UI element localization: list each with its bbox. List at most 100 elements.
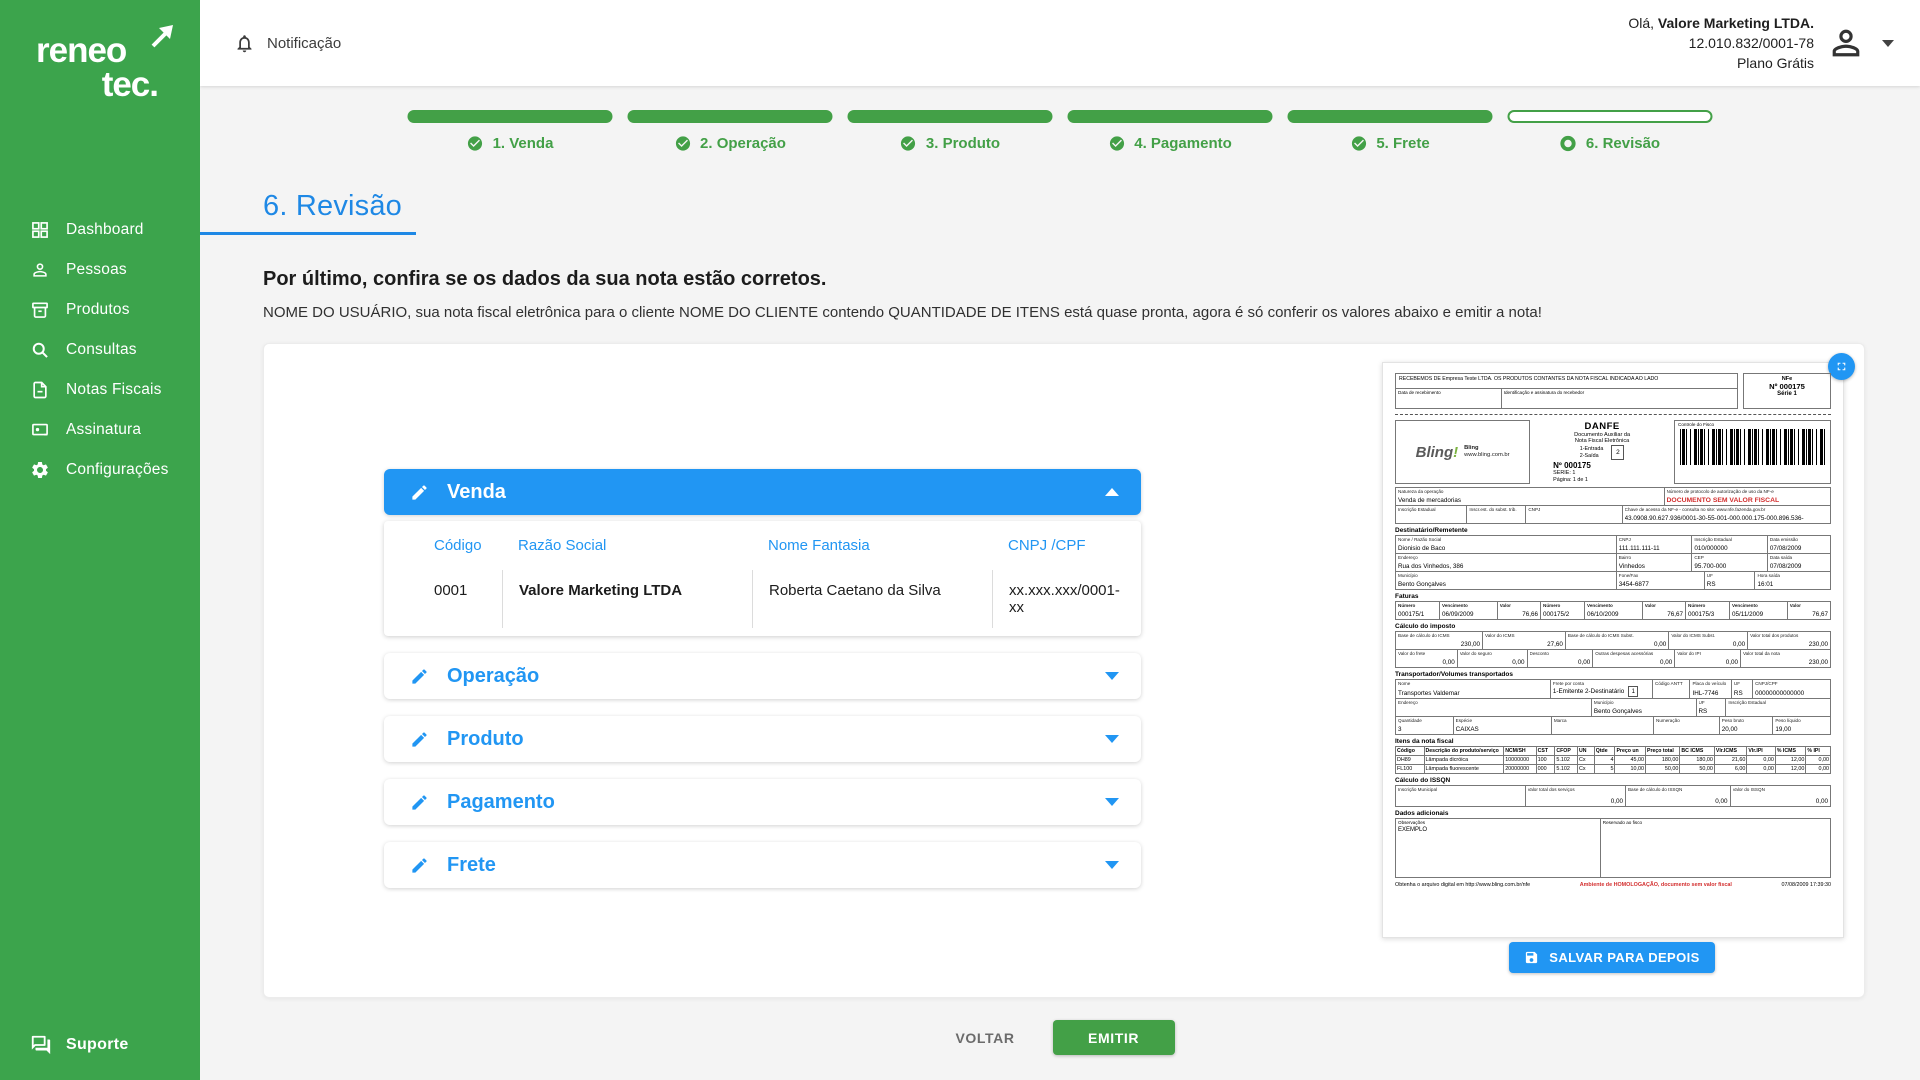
greeting-block: Olá, Valore Marketing LTDA. 12.010.832/0… bbox=[1628, 13, 1814, 73]
step-2-operacao: 2. Operação bbox=[628, 110, 833, 152]
sidebar-item-dashboard[interactable]: Dashboard bbox=[0, 210, 200, 250]
step-progress-bar bbox=[628, 110, 833, 123]
danfe-items-cell: 21,60 bbox=[1714, 756, 1746, 764]
emit-button[interactable]: EMITIR bbox=[1053, 1020, 1175, 1055]
danfe-items-header-cell: CST bbox=[1536, 747, 1555, 755]
danfe-field: Placa do veículo IHL-7746 bbox=[1689, 680, 1730, 698]
save-for-later-button[interactable]: SALVAR PARA DEPOIS bbox=[1509, 942, 1715, 973]
danfe-field: Número000175/1 bbox=[1396, 602, 1439, 619]
caret-down-icon bbox=[1105, 672, 1119, 680]
danfe-items-header-cell: Preço un bbox=[1614, 747, 1645, 755]
danfe-field: Nome / Razão SocialDionisio de Baco bbox=[1396, 536, 1616, 553]
step-label-row[interactable]: 3. Produto bbox=[848, 135, 1053, 152]
danfe-field: Valor total dos serviços0,00 bbox=[1525, 786, 1625, 806]
profile-menu[interactable]: Olá, Valore Marketing LTDA. 12.010.832/0… bbox=[1628, 13, 1894, 73]
danfe-field: MunicípioBento Gonçalves bbox=[1396, 572, 1616, 589]
step-label-row[interactable]: 6. Revisão bbox=[1508, 135, 1713, 152]
sidebar-item-assinatura[interactable]: Assinatura bbox=[0, 410, 200, 450]
danfe-field: Vencimento06/10/2009 bbox=[1584, 602, 1642, 619]
danfe-section-title: Cálculo do ISSQN bbox=[1395, 777, 1831, 784]
danfe-footer-datetime: 07/08/2009 17:39:30 bbox=[1782, 882, 1831, 888]
back-button[interactable]: VOLTAR bbox=[945, 1022, 1024, 1054]
danfe-items-cell: 5 bbox=[1594, 765, 1615, 773]
accordion-operacao-header[interactable]: Operação bbox=[384, 653, 1141, 699]
danfe-items-cell: 12,00 bbox=[1775, 765, 1806, 773]
accordion-title: Frete bbox=[447, 854, 496, 877]
danfe-field: Inscrição Estadual010/000000 bbox=[1691, 536, 1767, 553]
sidebar: reneo tec. Dashboard Pessoas Produtos bbox=[0, 0, 200, 1080]
logo-arrow-icon bbox=[146, 22, 176, 52]
step-6-revisao: 6. Revisão bbox=[1508, 110, 1713, 152]
sidebar-item-consultas[interactable]: Consultas bbox=[0, 330, 200, 370]
danfe-field: Peso líquido19,00 bbox=[1772, 717, 1830, 734]
danfe-field: Valor do frete0,00 bbox=[1396, 650, 1457, 667]
danfe-field: CNPJ bbox=[1525, 506, 1621, 523]
sidebar-item-produtos[interactable]: Produtos bbox=[0, 290, 200, 330]
sidebar-item-notas-fiscais[interactable]: Notas Fiscais bbox=[0, 370, 200, 410]
danfe-receipt-text: RECEBEMOS DE Empresa Teste LTDA. OS PROD… bbox=[1396, 374, 1737, 389]
danfe-no-fiscal-value: DOCUMENTO SEM VALOR FISCAL bbox=[1667, 497, 1829, 504]
caret-down-icon bbox=[1105, 861, 1119, 869]
danfe-section-title: Itens da nota fiscal bbox=[1395, 738, 1831, 745]
step-progress-bar bbox=[408, 110, 613, 123]
bell-icon bbox=[234, 33, 255, 54]
accordion-pagamento-header[interactable]: Pagamento bbox=[384, 779, 1141, 825]
danfe-footer-left: Obtenha o arquivo digital em http://www.… bbox=[1395, 882, 1530, 888]
danfe-field: CNPJ/CPF 00000000000000 bbox=[1752, 680, 1830, 698]
edit-icon bbox=[410, 856, 429, 875]
accordion-venda-header[interactable]: Venda bbox=[384, 469, 1141, 515]
step-label-row[interactable]: 4. Pagamento bbox=[1068, 135, 1273, 152]
step-progress-bar bbox=[848, 110, 1053, 123]
danfe-items-cell: 12,00 bbox=[1775, 756, 1806, 764]
cell-razao-social: Valore Marketing LTDA bbox=[502, 570, 752, 628]
edit-icon bbox=[410, 483, 429, 502]
document-icon bbox=[30, 380, 50, 400]
danfe-field: Identificação e assinatura do recebedor bbox=[1502, 389, 1737, 408]
step-progress-bar bbox=[1288, 110, 1493, 123]
sidebar-item-configuracoes[interactable]: Configurações bbox=[0, 450, 200, 490]
danfe-cut-line bbox=[1395, 414, 1831, 415]
danfe-items-cell: Lâmpada fluorescente bbox=[1424, 765, 1504, 773]
danfe-field: Base de cálculo do ICMS230,00 bbox=[1396, 632, 1482, 649]
step-label-row[interactable]: 5. Frete bbox=[1288, 135, 1493, 152]
danfe-title: DANFE bbox=[1539, 421, 1665, 432]
danfe-items-cell: 5.102 bbox=[1554, 756, 1577, 764]
sidebar-item-label: Notas Fiscais bbox=[66, 381, 162, 399]
danfe-type-box: 2 bbox=[1611, 445, 1624, 460]
notification-button[interactable]: Notificação bbox=[234, 33, 341, 54]
danfe-items-header-cell: % IPI bbox=[1805, 747, 1830, 755]
review-card: Venda Código Razão Social Nome Fantasia … bbox=[263, 343, 1865, 998]
step-progress-bar bbox=[1068, 110, 1273, 123]
gear-icon bbox=[30, 460, 50, 480]
sidebar-item-suporte[interactable]: Suporte bbox=[0, 1034, 200, 1056]
chevron-down-icon[interactable] bbox=[1882, 40, 1894, 47]
accordion-produto-header[interactable]: Produto bbox=[384, 716, 1141, 762]
box-icon bbox=[30, 300, 50, 320]
accordion-title: Operação bbox=[447, 665, 539, 688]
support-label: Suporte bbox=[66, 1036, 129, 1054]
danfe-field: Nº 000175 bbox=[1553, 461, 1665, 470]
barcode bbox=[1680, 429, 1825, 465]
danfe-field: Peso bruto20,00 bbox=[1719, 717, 1773, 734]
person-icon bbox=[30, 260, 50, 280]
column-header: CNPJ /CPF bbox=[992, 537, 1131, 570]
title-underline bbox=[200, 232, 416, 235]
step-label-row[interactable]: 2. Operação bbox=[628, 135, 833, 152]
sidebar-item-pessoas[interactable]: Pessoas bbox=[0, 250, 200, 290]
danfe-field: Numeração bbox=[1653, 717, 1719, 734]
danfe-field: Quantidade3 bbox=[1396, 717, 1453, 734]
danfe-items-cell: 180,00 bbox=[1679, 756, 1713, 764]
danfe-field: Fone/Fax3454-6877 bbox=[1616, 572, 1704, 589]
danfe-field: Data saída07/08/2009 bbox=[1767, 554, 1830, 571]
step-label-row[interactable]: 1. Venda bbox=[408, 135, 613, 152]
step-label: 6. Revisão bbox=[1586, 135, 1660, 152]
accordion-frete-header[interactable]: Frete bbox=[384, 842, 1141, 888]
footer-actions: VOLTAR EMITIR bbox=[200, 1020, 1920, 1055]
page-title-block: 6. Revisão bbox=[200, 190, 416, 235]
avatar-icon[interactable] bbox=[1826, 23, 1866, 63]
check-circle-icon bbox=[1350, 135, 1367, 152]
danfe-items-cell: 5.102 bbox=[1554, 765, 1577, 773]
danfe-head-center: DANFE Documento Auxiliar da Nota Fiscal … bbox=[1535, 420, 1669, 484]
danfe-items-cell: 50,00 bbox=[1645, 765, 1679, 773]
danfe-items-cell: 10000000 bbox=[1503, 756, 1535, 764]
